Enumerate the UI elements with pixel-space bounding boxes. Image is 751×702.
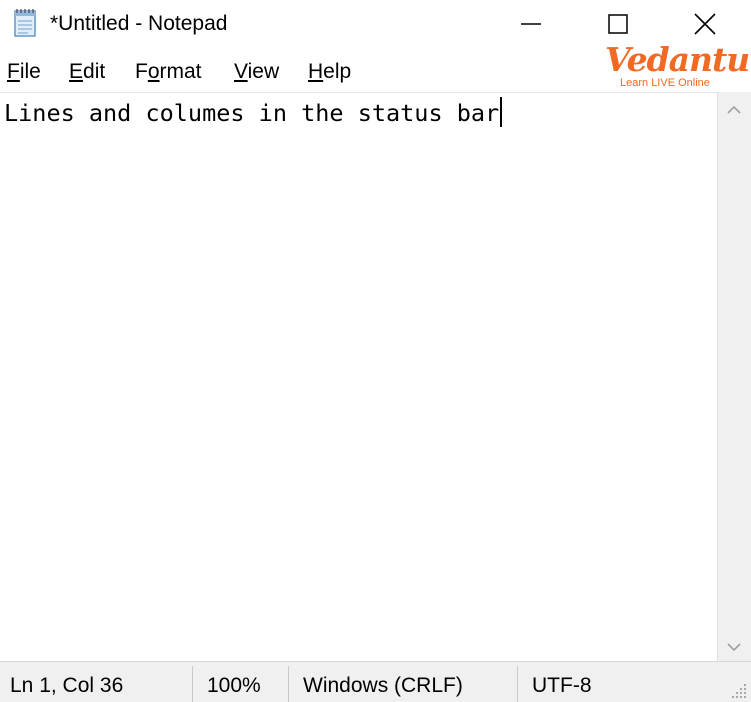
menu-format-accel: o xyxy=(147,60,160,83)
menu-file-label: ile xyxy=(19,60,41,83)
menu-help-label: elp xyxy=(323,60,352,83)
close-icon xyxy=(693,12,717,36)
minimize-icon xyxy=(520,13,542,35)
status-line-ending: Windows (CRLF) xyxy=(303,674,463,697)
resize-grip-icon[interactable] xyxy=(730,682,748,700)
text-caret xyxy=(500,97,503,127)
menu-format-pre: F xyxy=(135,60,148,83)
status-separator xyxy=(288,666,289,702)
scroll-up-icon[interactable] xyxy=(724,100,744,120)
logo-brand: Vedantu xyxy=(605,40,750,79)
notepad-icon[interactable] xyxy=(12,8,40,38)
status-separator xyxy=(517,666,518,702)
editor-content[interactable]: Lines and columes in the status bar xyxy=(4,97,503,127)
text-editor[interactable]: Lines and columes in the status bar xyxy=(0,92,717,661)
menu-help-accel: H xyxy=(308,60,324,83)
editor-text: Lines and columes in the status bar xyxy=(4,99,500,127)
maximize-icon xyxy=(607,13,629,35)
window-title: *Untitled - Notepad xyxy=(50,12,228,35)
status-zoom: 100% xyxy=(207,674,261,697)
vertical-scrollbar[interactable] xyxy=(717,92,751,661)
vedantu-logo: Vedantu Learn LIVE Online xyxy=(605,40,750,92)
status-separator xyxy=(192,666,193,702)
scroll-down-icon[interactable] xyxy=(724,637,744,657)
menu-file-accel: F xyxy=(7,60,20,83)
menu-format-label: rmat xyxy=(159,60,202,83)
menu-help[interactable]: Help xyxy=(308,60,351,84)
menu-view[interactable]: View xyxy=(234,60,279,84)
status-position: Ln 1, Col 36 xyxy=(10,674,124,697)
menu-format[interactable]: Format xyxy=(135,60,202,84)
menu-view-accel: V xyxy=(234,60,248,83)
menu-edit-accel: E xyxy=(69,60,84,83)
menu-edit[interactable]: Edit xyxy=(69,60,105,84)
status-encoding: UTF-8 xyxy=(532,674,592,697)
status-bar: Ln 1, Col 36 100% Windows (CRLF) UTF-8 xyxy=(0,661,751,702)
menu-file[interactable]: File xyxy=(7,60,41,84)
menu-view-label: iew xyxy=(247,60,280,83)
menu-edit-label: dit xyxy=(83,60,106,83)
minimize-button[interactable] xyxy=(487,0,575,48)
logo-tagline: Learn LIVE Online xyxy=(620,77,710,89)
